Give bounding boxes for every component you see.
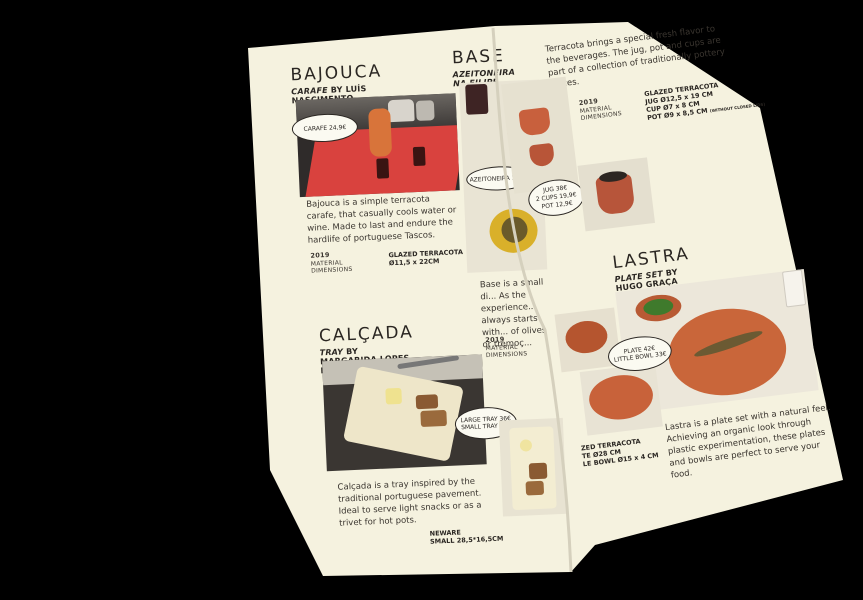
calcada-description: Calçada is a tray inspired by the tradit…: [337, 476, 482, 529]
bajouca-meta-labels: 2019 MATERIAL DIMENSIONS: [310, 250, 353, 275]
calcada-tray-small-photo: [498, 417, 567, 517]
carafe: [368, 108, 393, 158]
base-title: BASE: [451, 46, 506, 69]
base-pot-photo: [577, 157, 656, 232]
scanned-catalog: BAJOUCA CARAFE BY LUÍS NASCIMENTO CARAFE…: [0, 0, 863, 600]
bajouca-description: Bajouca is a simple terracota carafe, th…: [306, 194, 457, 246]
lastra-plate-photo: [579, 362, 663, 436]
bajouca-year: 2019: [310, 250, 330, 260]
lastra-plate: [663, 302, 792, 402]
bajouca-title: BAJOUCA: [290, 61, 383, 86]
calcada-title: CALÇADA: [318, 322, 415, 347]
base-meta-labels: 2019 MATERIAL DIMENSIONS: [485, 335, 528, 360]
base-jug-photo: [501, 76, 579, 194]
bajouca-photo: [295, 93, 460, 198]
